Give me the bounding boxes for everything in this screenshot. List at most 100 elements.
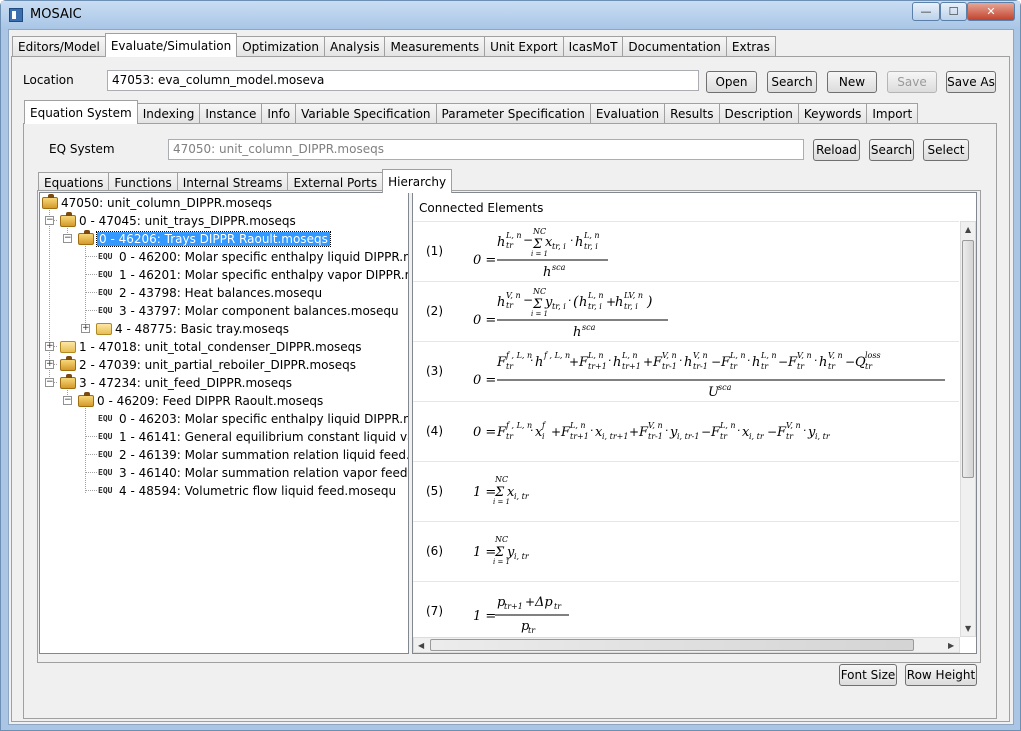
minimize-button[interactable]: — [912,2,940,21]
equation-row[interactable]: (5) 1 = NC Σ i = 1 x i, tr [413,461,959,521]
collapse-icon[interactable]: − [63,396,72,405]
font-size-button[interactable]: Font Size [839,664,897,686]
vertical-scrollbar[interactable]: ▲ ▼ [960,221,976,637]
tree-node-selected[interactable]: 0 - 46206: Trays DIPPR Raoult.moseqs [78,230,331,248]
scroll-down-icon[interactable]: ▼ [965,624,971,633]
tab-info[interactable]: Info [261,103,297,124]
tree-node-label: 3 - 47234: unit_feed_DIPPR.moseqs [79,376,292,390]
tab-icasmot[interactable]: IcasMoT [562,36,624,57]
collapse-icon[interactable]: − [45,216,54,225]
save-button[interactable]: Save [887,71,937,93]
scrollbar-thumb[interactable] [430,639,914,651]
scroll-left-icon[interactable]: ◀ [418,641,424,650]
svg-text:−: − [523,233,533,247]
tree-node[interactable]: 4 - 48775: Basic tray.moseqs [96,320,289,338]
row-height-button[interactable]: Row Height [905,664,977,686]
connected-elements-header: Connected Elements [419,201,544,215]
tree-node[interactable]: EQU 1 - 46141: General equilibrium consta… [98,428,408,446]
collapse-icon[interactable]: − [45,378,54,387]
svg-text:L, n: L, n [587,291,604,300]
tree-node[interactable]: 2 - 47039: unit_partial_reboiler_DIPPR.m… [60,356,356,374]
tree-node[interactable]: EQU 4 - 48594: Volumetric flow liquid fee… [98,482,396,500]
eq-system-field[interactable]: 47050: unit_column_DIPPR.moseqs [168,139,804,160]
location-field[interactable]: 47053: eva_column_model.moseva [107,70,699,91]
svg-text:tr-1: tr-1 [648,432,663,441]
reload-button[interactable]: Reload [813,139,860,161]
tree-node[interactable]: 1 - 47018: unit_total_condenser_DIPPR.mo… [60,338,362,356]
svg-text:+: + [551,425,561,439]
svg-text:i: i [542,432,545,441]
svg-text:tr: tr [506,301,514,310]
tab-unit-export[interactable]: Unit Export [484,36,564,57]
tab-optimization[interactable]: Optimization [236,36,325,57]
svg-text:h: h [819,355,827,370]
close-button[interactable]: ✕ [967,2,1015,21]
new-button[interactable]: New [827,71,877,93]
tab-import[interactable]: Import [866,103,919,124]
tab-indexing[interactable]: Indexing [136,103,201,124]
open-button[interactable]: Open [706,71,757,93]
tab-editors-model[interactable]: Editors/Model [12,36,106,57]
hierarchy-tree[interactable]: 47050: unit_column_DIPPR.moseqs − 0 - 47… [39,192,409,654]
tree-node[interactable]: 3 - 47234: unit_feed_DIPPR.moseqs [60,374,292,392]
tab-description[interactable]: Description [718,103,799,124]
equation-row[interactable]: (6) 1 = NC Σ i = 1 y i, tr [413,521,959,581]
tab-measurements[interactable]: Measurements [384,36,486,57]
scroll-up-icon[interactable]: ▲ [965,225,971,234]
expand-icon[interactable]: + [45,360,54,369]
horizontal-scrollbar[interactable]: ◀ ▶ [413,637,960,653]
tab-documentation[interactable]: Documentation [622,36,727,57]
search-button[interactable]: Search [767,71,817,93]
equation-3: 0 = Ftrf , L, n · hf , L, n + Ftr+1L, n … [473,351,945,400]
scrollbar-thumb[interactable] [962,240,974,478]
tab-hierarchy[interactable]: Hierarchy [382,169,453,193]
collapse-icon[interactable]: − [63,234,72,243]
tab-variable-specification[interactable]: Variable Specification [295,103,437,124]
tree-node[interactable]: EQU 0 - 46200: Molar specific enthalpy li… [98,248,408,266]
expand-icon[interactable]: + [81,324,90,333]
eq-system-label: EQ System [49,142,115,156]
select-button[interactable]: Select [923,139,969,161]
tree-node[interactable]: 0 - 47045: unit_trays_DIPPR.moseqs [60,212,296,230]
tab-evaluate-simulation[interactable]: Evaluate/Simulation [104,33,238,57]
tree-node[interactable]: EQU 0 - 46203: Molar specific enthalpy li… [98,410,408,428]
equation-row[interactable]: (3) 0 = Ftr f , L, n · hf , L, n + Ftr+1 L… [413,341,959,401]
svg-text:V, n: V, n [662,351,677,360]
tree-node[interactable]: 0 - 46209: Feed DIPPR Raoult.moseqs [78,392,323,410]
tree-node-label: 3 - 43797: Molar component balances.mose… [119,304,399,318]
tab-keywords[interactable]: Keywords [797,103,868,124]
tab-parameter-specification[interactable]: Parameter Specification [435,103,591,124]
tab-results[interactable]: Results [664,103,720,124]
svg-text:tr: tr [506,241,514,250]
svg-text:h: h [497,295,505,310]
equ-icon: EQU [98,468,113,477]
tab-equation-system[interactable]: Equation System [24,100,138,124]
save-as-button[interactable]: Save As [946,71,996,93]
equation-row[interactable]: (4) 0 = Ftr f , L, n · xif + Ftr+1 L, n · … [413,401,959,461]
tree-node[interactable]: 47050: unit_column_DIPPR.moseqs [42,194,272,212]
maximize-button[interactable]: ☐ [940,2,967,21]
eq-search-button[interactable]: Search [869,139,914,161]
equation-7: 1 = ptr+1 + Δp tr ptr [473,595,569,635]
tab-analysis[interactable]: Analysis [324,36,386,57]
tree-node[interactable]: EQU 2 - 43798: Heat balances.mosequ [98,284,322,302]
tree-node[interactable]: EQU 3 - 46140: Molar summation relation v… [98,464,408,482]
equation-row[interactable]: (7) 1 = p tr+1 + Δp tr p tr [413,581,959,641]
tab-instance[interactable]: Instance [199,103,263,124]
svg-text:i, tr: i, tr [514,552,530,561]
svg-text:h: h [579,295,587,310]
equation-row[interactable]: (2) 0 = h tr V, n − NC Σ i = 1 y tr, i · ( … [413,281,959,341]
close-icon: ✕ [986,5,996,18]
tree-node[interactable]: EQU 2 - 46139: Molar summation relation l… [98,446,408,464]
title-bar[interactable]: MOSAIC — ☐ ✕ [1,1,1020,29]
svg-text:V, n: V, n [693,351,708,360]
equation-row[interactable]: (1) 0 = h tr L, n − NC Σ i = 1 x tr, i · ht… [413,221,959,281]
tree-node[interactable]: EQU 3 - 43797: Molar component balances.m… [98,302,399,320]
equ-icon: EQU [98,486,113,495]
tab-extras[interactable]: Extras [725,36,776,57]
expand-icon[interactable]: + [45,342,54,351]
tree-node[interactable]: EQU 1 - 46201: Molar specific enthalpy va… [98,266,408,284]
scroll-right-icon[interactable]: ▶ [948,641,954,650]
svg-text:LV, n: LV, n [623,291,643,300]
tab-evaluation[interactable]: Evaluation [589,103,666,124]
